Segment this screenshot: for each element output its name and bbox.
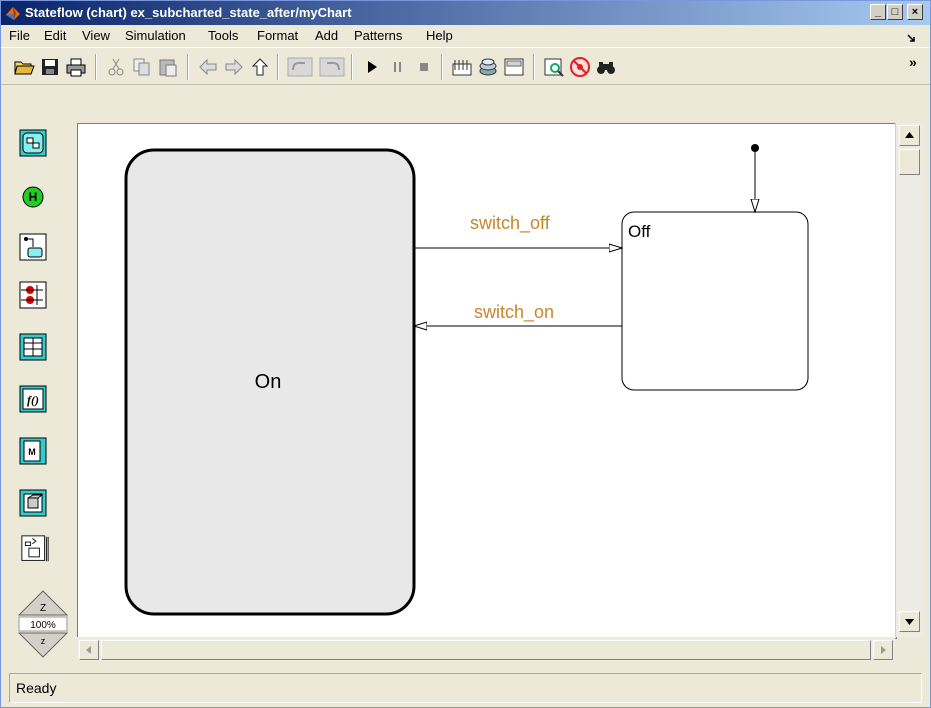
menu-add[interactable]: Add <box>315 28 338 43</box>
scroll-thumb[interactable] <box>899 149 920 175</box>
state-on-label: On <box>255 371 282 393</box>
library-icon[interactable] <box>503 56 525 78</box>
model-explorer-icon[interactable] <box>477 56 499 78</box>
menu-restore-icon[interactable] <box>906 33 916 43</box>
simulink-function-icon[interactable] <box>19 535 51 563</box>
menu-tools[interactable]: Tools <box>208 28 238 43</box>
matlab-function-icon[interactable]: M <box>19 437 47 465</box>
redo-icon[interactable] <box>319 56 345 78</box>
window-title: Stateflow (chart) ex_subcharted_state_af… <box>25 5 352 20</box>
menu-simulation[interactable]: Simulation <box>125 28 186 43</box>
scroll-down-icon <box>905 619 914 625</box>
save-icon[interactable] <box>39 56 61 78</box>
transition-switch-off-label: switch_off <box>470 213 551 234</box>
pause-icon[interactable] <box>387 56 409 78</box>
toolbar-overflow-button[interactable]: » <box>909 54 917 70</box>
state-off-label: Off <box>628 222 651 241</box>
horizontal-scrollbar[interactable] <box>77 637 895 661</box>
scroll-up-button[interactable] <box>899 125 920 146</box>
menu-format[interactable]: Format <box>257 28 298 43</box>
paste-icon[interactable] <box>157 56 179 78</box>
zoom-in-label: Z <box>40 603 46 614</box>
toolbar-separator <box>277 54 278 80</box>
menu-help[interactable]: Help <box>426 28 453 43</box>
up-arrow-icon[interactable] <box>249 56 271 78</box>
play-icon[interactable] <box>361 56 383 78</box>
scroll-right-icon <box>881 646 886 654</box>
toolbar-separator <box>441 54 442 80</box>
status-bar: Ready <box>9 673 922 703</box>
zoom-out-label: z <box>41 636 46 646</box>
chart-diagram: On Off switch_off switch_on <box>124 144 809 616</box>
menu-file[interactable]: File <box>9 28 30 43</box>
hscroll-thumb[interactable] <box>101 640 871 660</box>
scroll-left-button[interactable] <box>79 640 99 660</box>
svg-text:f(): f() <box>27 393 39 407</box>
explorer-icon[interactable] <box>543 56 565 78</box>
history-junction-icon[interactable]: H <box>19 183 47 211</box>
toolbar-separator <box>351 54 352 80</box>
stop-icon[interactable] <box>413 56 435 78</box>
toolbar-separator <box>95 54 96 80</box>
toolbar-separator <box>187 54 188 80</box>
svg-text:M: M <box>28 447 36 457</box>
matlab-logo-icon <box>6 7 20 20</box>
scroll-down-button[interactable] <box>899 611 920 632</box>
toolbar: » <box>1 47 930 85</box>
title-bar[interactable]: Stateflow (chart) ex_subcharted_state_af… <box>1 1 930 25</box>
cut-icon[interactable] <box>105 56 127 78</box>
debugger-icon[interactable] <box>569 56 591 78</box>
menu-view[interactable]: View <box>82 28 110 43</box>
scroll-up-icon <box>905 132 914 138</box>
stateflow-window: Stateflow (chart) ex_subcharted_state_af… <box>0 0 931 708</box>
open-folder-icon[interactable] <box>13 56 35 78</box>
scroll-left-icon <box>86 646 91 654</box>
chart-canvas[interactable]: On Off switch_off switch_on <box>77 123 897 639</box>
minimize-button[interactable]: _ <box>870 4 886 20</box>
state-tool-icon[interactable] <box>19 129 47 157</box>
maximize-button[interactable]: □ <box>887 4 903 20</box>
back-arrow-icon[interactable] <box>197 56 219 78</box>
copy-icon[interactable] <box>131 56 153 78</box>
zoom-control[interactable]: Z 100% z <box>17 589 69 659</box>
svg-text:H: H <box>29 190 38 204</box>
graphical-function-icon[interactable]: f() <box>19 385 47 413</box>
close-button[interactable]: × <box>907 4 923 20</box>
find-icon[interactable] <box>595 56 617 78</box>
zoom-level: 100% <box>30 620 56 631</box>
scroll-right-button[interactable] <box>873 640 893 660</box>
menu-patterns[interactable]: Patterns <box>354 28 402 43</box>
print-icon[interactable] <box>65 56 87 78</box>
vertical-scrollbar[interactable] <box>895 123 923 637</box>
undo-icon[interactable] <box>287 56 313 78</box>
truth-table-icon[interactable] <box>19 333 47 361</box>
menu-edit[interactable]: Edit <box>44 28 66 43</box>
connective-junction-icon[interactable] <box>19 281 47 309</box>
build-icon[interactable] <box>451 56 473 78</box>
status-text: Ready <box>16 680 57 696</box>
box-tool-icon[interactable] <box>19 489 47 517</box>
menu-bar: File Edit View Simulation Tools Format A… <box>1 25 930 47</box>
transition-switch-on-label: switch_on <box>474 302 554 323</box>
toolbar-separator <box>533 54 534 80</box>
forward-arrow-icon[interactable] <box>223 56 245 78</box>
default-transition-icon[interactable] <box>19 233 47 261</box>
